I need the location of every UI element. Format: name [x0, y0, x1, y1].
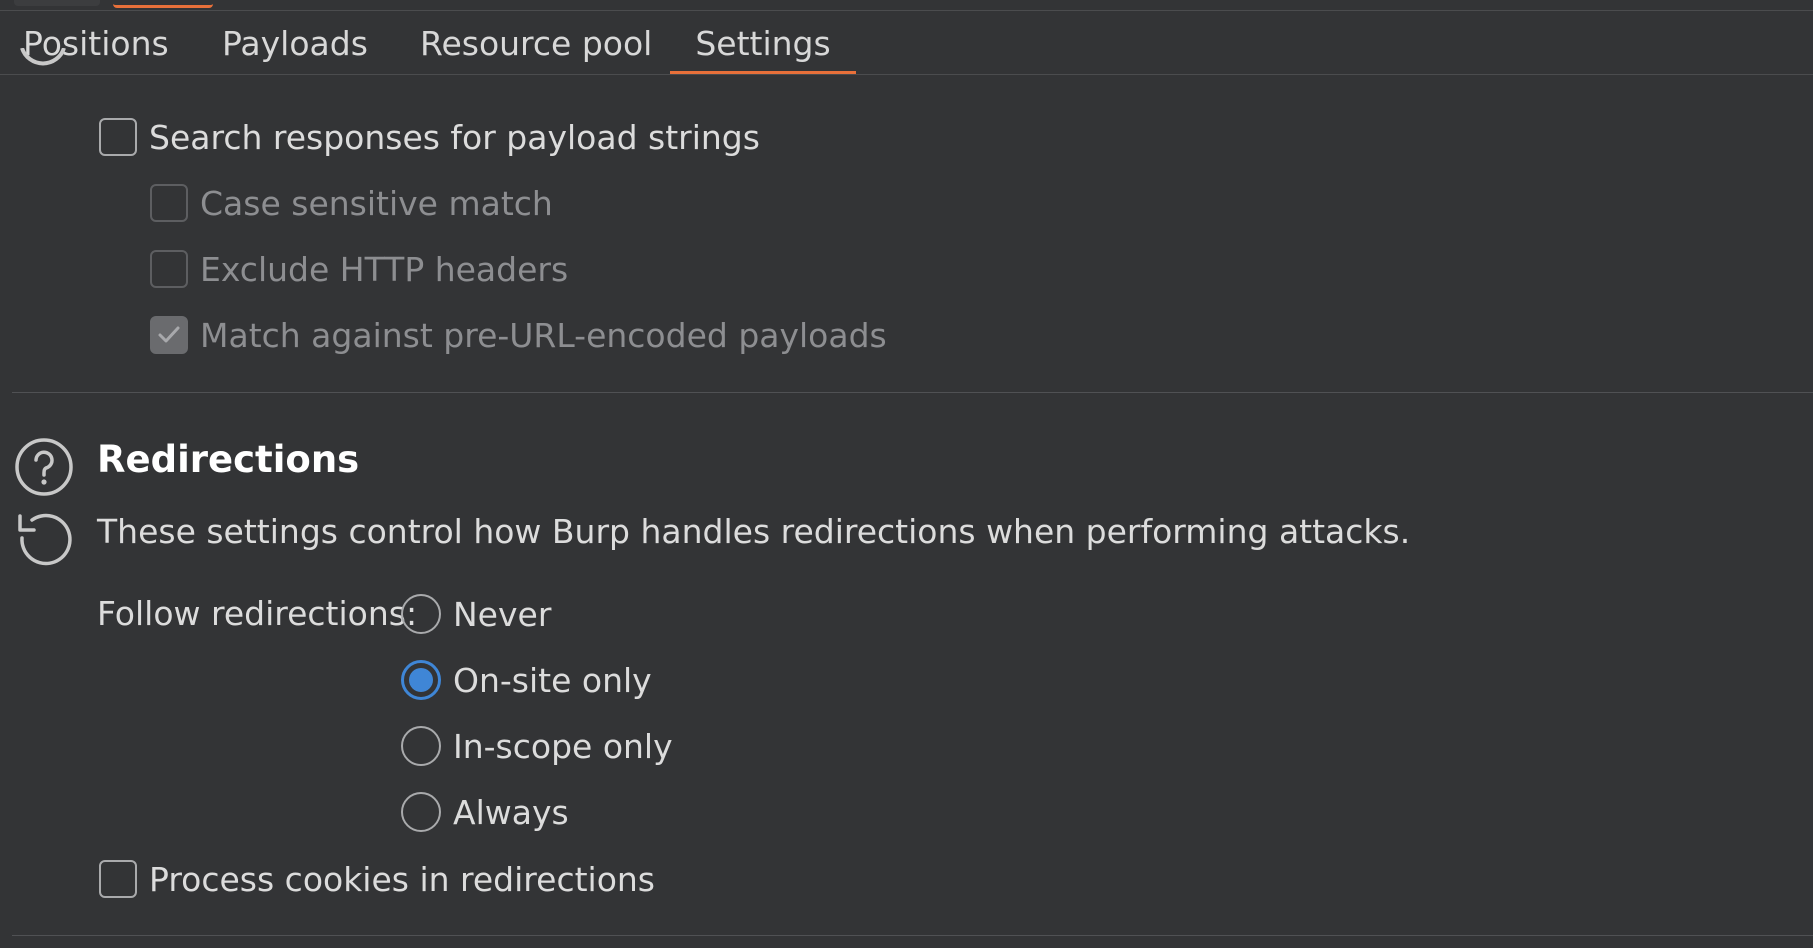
case-sensitive-checkbox: [150, 184, 188, 222]
radio-never-label: Never: [453, 594, 552, 634]
top-tab-active-stub[interactable]: [113, 0, 213, 8]
radio-on-site-label: On-site only: [453, 660, 652, 700]
section-description: These settings control how Burp handles …: [97, 512, 1411, 551]
section-divider: [12, 392, 1813, 393]
radio-in-scope-label: In-scope only: [453, 726, 673, 766]
help-circle-icon[interactable]: [14, 437, 74, 497]
reset-defaults-icon[interactable]: [12, 508, 76, 572]
radio-never-button[interactable]: [401, 594, 441, 634]
section-divider-bottom: [12, 935, 1813, 936]
reset-icon-partial[interactable]: [18, 48, 68, 88]
match-pre-url-label: Match against pre-URL-encoded payloads: [200, 315, 887, 355]
exclude-headers-label: Exclude HTTP headers: [200, 249, 569, 289]
tab-settings[interactable]: Settings: [670, 11, 856, 74]
radio-on-site-button[interactable]: [401, 660, 441, 700]
follow-redirections-label: Follow redirections:: [97, 594, 418, 633]
case-sensitive-option: Case sensitive match: [150, 181, 553, 225]
match-pre-url-option: Match against pre-URL-encoded payloads: [150, 313, 887, 357]
case-sensitive-label: Case sensitive match: [200, 183, 553, 223]
process-cookies-label: Process cookies in redirections: [149, 859, 655, 899]
radio-always[interactable]: Always: [401, 789, 569, 835]
radio-on-site-only[interactable]: On-site only: [401, 657, 652, 703]
process-cookies-option[interactable]: Process cookies in redirections: [99, 857, 655, 901]
intruder-tab-bar: Positions Payloads Resource pool Setting…: [0, 11, 1813, 75]
radio-in-scope-only[interactable]: In-scope only: [401, 723, 673, 769]
radio-selected-dot: [409, 668, 433, 692]
section-title: Redirections: [97, 438, 360, 481]
radio-always-label: Always: [453, 792, 569, 832]
checkmark-icon: [158, 326, 180, 343]
search-responses-checkbox[interactable]: [99, 118, 137, 156]
top-tab-strip: [0, 0, 1813, 11]
search-responses-option[interactable]: Search responses for payload strings: [99, 115, 760, 159]
radio-in-scope-button[interactable]: [401, 726, 441, 766]
process-cookies-checkbox[interactable]: [99, 860, 137, 898]
radio-always-button[interactable]: [401, 792, 441, 832]
tab-payloads[interactable]: Payloads: [222, 11, 368, 72]
top-tab-stub[interactable]: [14, 0, 100, 6]
match-pre-url-checkbox: [150, 316, 188, 354]
tab-resource-pool[interactable]: Resource pool: [420, 11, 652, 72]
search-responses-label: Search responses for payload strings: [149, 117, 760, 157]
radio-never[interactable]: Never: [401, 591, 551, 637]
exclude-headers-checkbox: [150, 250, 188, 288]
exclude-headers-option: Exclude HTTP headers: [150, 247, 568, 291]
